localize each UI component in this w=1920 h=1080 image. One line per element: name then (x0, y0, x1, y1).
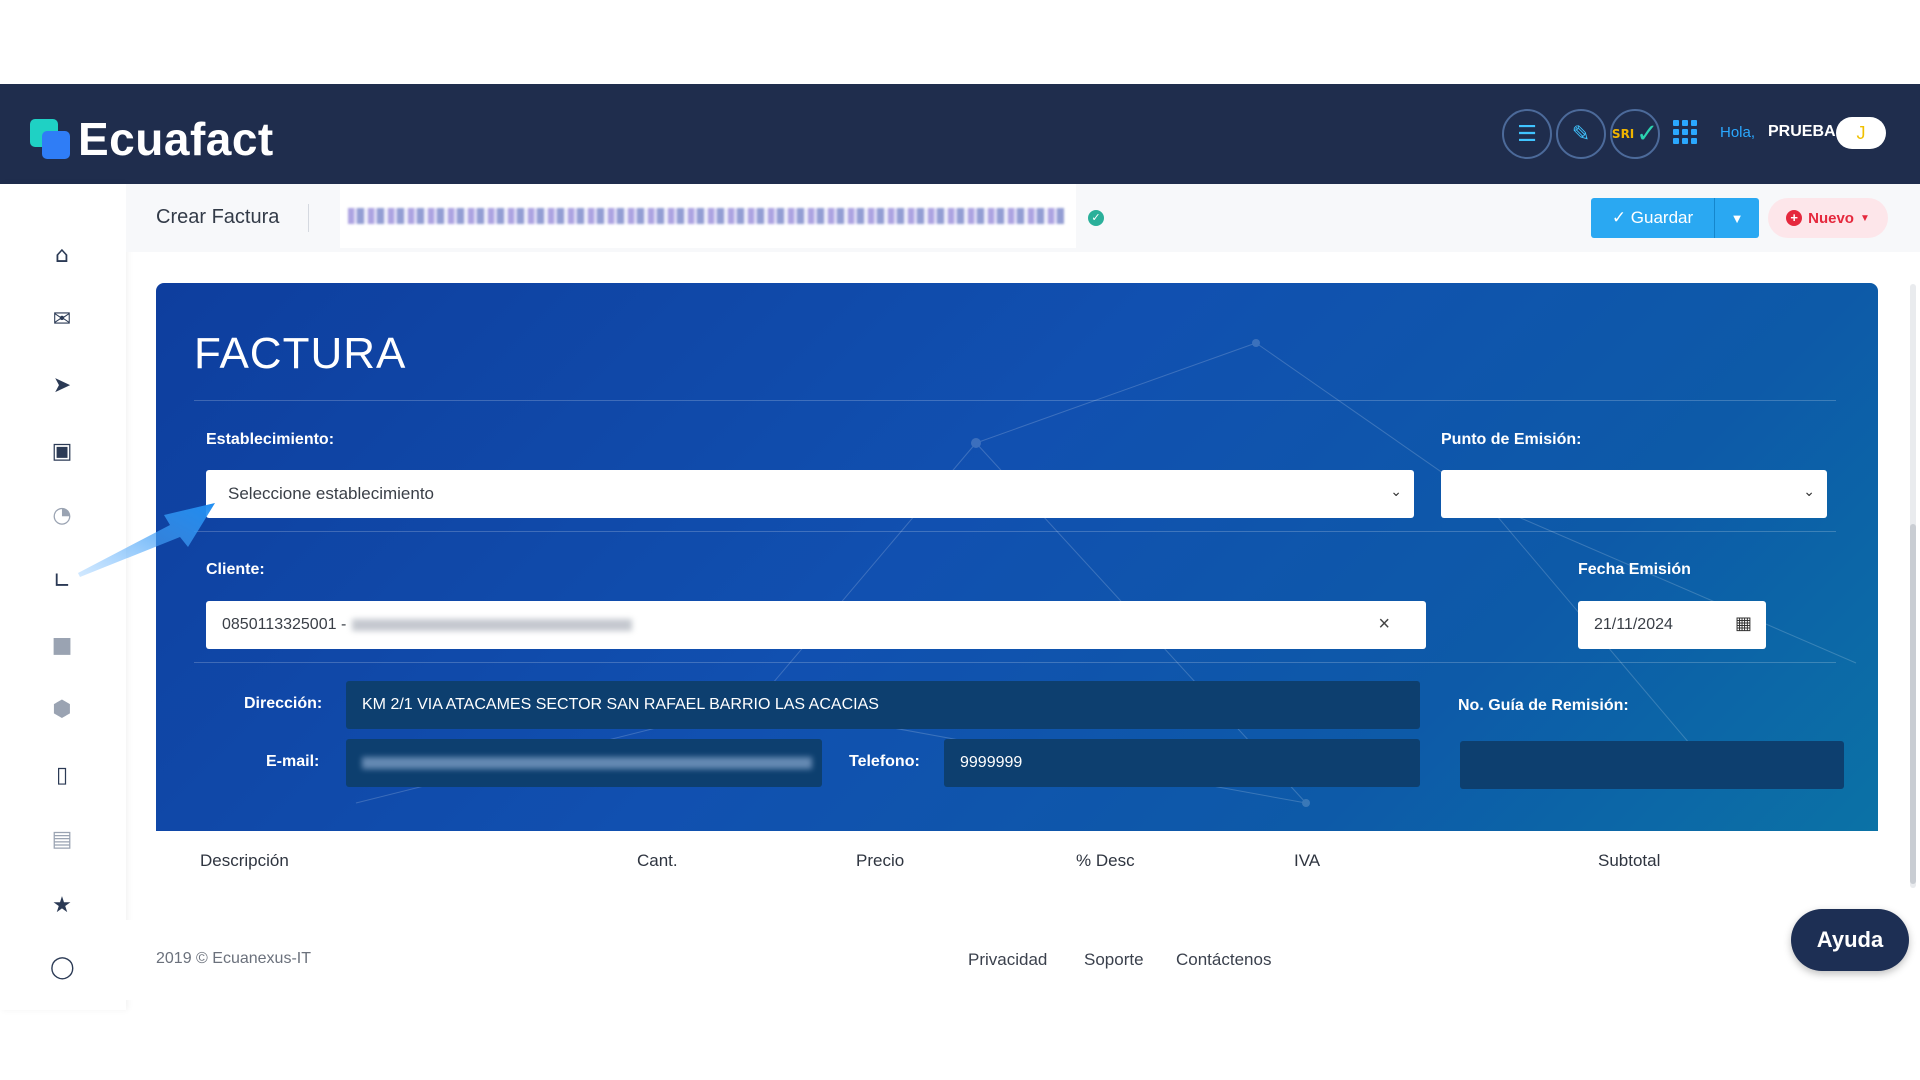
column-header: Precio (856, 851, 905, 870)
save-button[interactable]: ✓ Guardar ▼ (1591, 198, 1759, 238)
direccion-label: Dirección: (244, 695, 323, 712)
help-button[interactable]: Ayuda (1791, 909, 1909, 971)
mail-icon[interactable]: ✉ (50, 308, 74, 332)
contacts-icon[interactable]: ■ (50, 634, 74, 658)
direccion-field[interactable]: KM 2/1 VIA ATACAMES SECTOR SAN RAFAEL BA… (346, 681, 1420, 729)
chevron-down-icon[interactable]: ▼ (1715, 211, 1759, 226)
star-icon[interactable]: ★ (50, 894, 74, 918)
email-redacted (362, 757, 812, 769)
client-name-redacted (352, 619, 633, 631)
apps-grid-icon[interactable] (1673, 120, 1697, 144)
chevron-down-icon: ⌄ (1803, 484, 1815, 500)
email-field[interactable] (346, 739, 822, 787)
clipboard-icon[interactable]: ▤ (50, 828, 74, 852)
brand-logo[interactable]: Ecuafact (30, 112, 274, 166)
fecha-emision-label: Fecha Emisión (1578, 561, 1691, 578)
fecha-emision-value: 21/11/2024 (1594, 616, 1673, 633)
divider (194, 400, 1836, 401)
divider (194, 662, 1836, 663)
establecimiento-select[interactable]: Seleccione establecimiento ⌄ (206, 470, 1414, 518)
copyright-text: 2019 © Ecuanexus-IT (156, 950, 311, 967)
avatar[interactable]: J (1836, 117, 1886, 149)
establecimiento-label: Establecimiento: (206, 431, 335, 448)
email-label: E-mail: (266, 753, 320, 770)
greeting-text: Hola, (1720, 124, 1756, 141)
form-title: FACTURA (194, 329, 407, 378)
send-icon[interactable]: ➤ (50, 374, 74, 398)
punto-emision-select[interactable]: ⌄ (1441, 470, 1827, 518)
telefono-label: Telefono: (849, 753, 920, 770)
footer-link-soporte[interactable]: Soporte (1084, 950, 1144, 970)
save-button-label[interactable]: ✓ Guardar (1591, 198, 1715, 238)
box-icon[interactable]: ⬢ (50, 698, 74, 722)
divider (194, 531, 1836, 532)
establecimiento-value: Seleccione establecimiento (228, 484, 435, 503)
bar-chart-icon[interactable]: ▯ (50, 764, 74, 788)
cliente-input[interactable]: 0850113325001 - × (206, 601, 1426, 649)
column-header: Subtotal (1598, 851, 1661, 870)
telefono-field[interactable]: 9999999 (944, 739, 1420, 787)
sidebar: ⌂ ✉ ➤ ▣ ◔ ∟ ■ ⬢ ▯ ▤ ★ ◯ (0, 184, 126, 1010)
clear-icon[interactable]: × (1378, 613, 1390, 636)
title-divider (308, 204, 309, 232)
scrollbar[interactable] (1910, 284, 1916, 888)
verified-check-icon: ✓ (1088, 210, 1104, 226)
chevron-down-icon: ⌄ (1390, 484, 1402, 500)
fecha-emision-input[interactable]: 21/11/2024 ▦ (1578, 601, 1766, 649)
new-button-label: Nuevo (1808, 209, 1854, 227)
company-info-blur (348, 208, 1064, 224)
sri-label: SRI (1611, 127, 1635, 141)
plus-icon: + (1786, 210, 1803, 226)
sri-check-icon[interactable]: SRI ✓ (1610, 109, 1660, 159)
new-button[interactable]: + Nuevo ▼ (1768, 198, 1888, 238)
cliente-value: 0850113325001 - (222, 616, 347, 633)
column-header: IVA (1294, 851, 1321, 870)
footer-link-privacidad[interactable]: Privacidad (968, 950, 1047, 970)
column-header: Cant. (637, 851, 678, 870)
header-quick-actions: ☰ ✎ SRI ✓ (1502, 109, 1660, 159)
user-name[interactable]: PRUEBA (1768, 123, 1836, 141)
column-header: % Desc (1076, 851, 1135, 870)
items-table-header: Descripción Cant. Precio % Desc IVA Subt… (156, 831, 1878, 891)
logo-mark-icon (30, 119, 70, 159)
guia-remision-label: No. Guía de Remisión: (1458, 697, 1629, 714)
calendar-icon[interactable]: ▦ (1735, 613, 1752, 634)
punto-emision-label: Punto de Emisión: (1441, 431, 1582, 448)
home-icon[interactable]: ⌂ (50, 244, 74, 268)
page-title: Crear Factura (156, 206, 280, 228)
footer-link-contactenos[interactable]: Contáctenos (1176, 950, 1271, 970)
inbox-icon[interactable]: ▣ (50, 440, 74, 464)
guia-remision-input[interactable] (1460, 741, 1844, 789)
direccion-value: KM 2/1 VIA ATACAMES SECTOR SAN RAFAEL BA… (362, 696, 879, 713)
telefono-value: 9999999 (960, 754, 1023, 771)
scrollbar-thumb[interactable] (1910, 524, 1916, 884)
invoice-form-card: FACTURA Establecimiento: Seleccione esta… (156, 283, 1878, 831)
edit-document-icon[interactable]: ✎ (1556, 109, 1606, 159)
column-header: Descripción (200, 851, 289, 870)
annotation-arrow-icon (78, 503, 215, 577)
toggle-icon[interactable]: ◯ (50, 956, 75, 980)
invoice-truck-icon[interactable]: ☰ (1502, 109, 1552, 159)
chevron-down-icon: ▼ (1859, 212, 1870, 224)
brand-name: Ecuafact (78, 113, 274, 165)
